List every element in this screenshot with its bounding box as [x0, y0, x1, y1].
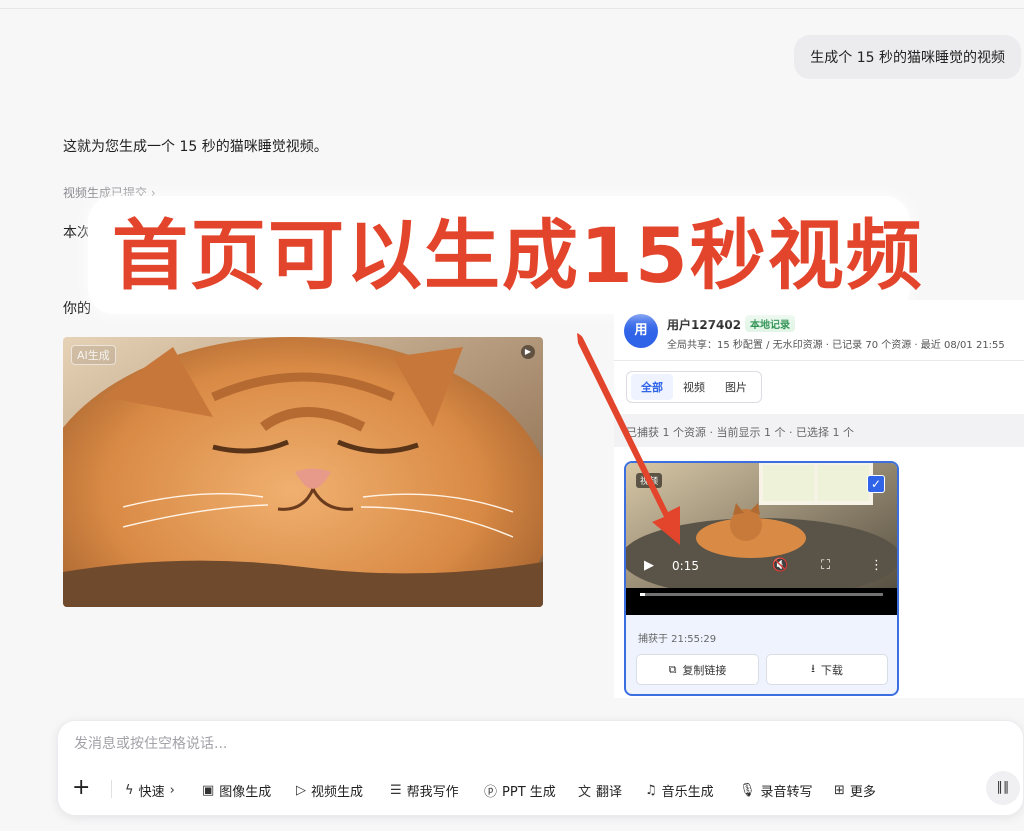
resource-tabs: 全部 视频 图片 — [626, 371, 762, 403]
download-icon: ⭳ — [811, 662, 815, 675]
tool-writing[interactable]: ☰ 帮我写作 — [390, 781, 459, 800]
captured-time: 捕获于 21:55:29 — [638, 634, 717, 645]
tab-video[interactable]: 视频 — [673, 374, 715, 400]
tool-video-generation[interactable]: ▷ 视频生成 — [296, 781, 363, 800]
tool-ppt-label: PPT 生成 — [502, 785, 556, 800]
video-icon: ▷ — [296, 783, 306, 798]
reply-line-1: 这就为您生成一个 15 秒的猫咪睡觉视频。 — [63, 139, 328, 155]
tool-quick[interactable]: ϟ 快速 › — [125, 781, 175, 800]
download-label: 下载 — [820, 663, 843, 677]
card-video-player[interactable]: 视频 ✓ ▶ 0:15 🔇 ⛶ ⋮ — [626, 463, 897, 615]
card-type-tag: 视频 — [636, 473, 663, 488]
ppt-icon: ⓟ — [484, 785, 498, 800]
tool-writing-label: 帮我写作 — [406, 785, 459, 800]
generated-video-thumbnail[interactable]: AI生成 ▶ — [63, 337, 543, 607]
cat-sleeping-image — [63, 337, 543, 607]
play-icon[interactable]: ▶ — [521, 345, 535, 359]
annotation-banner-text: 首页可以生成15秒视频 — [112, 211, 924, 300]
user-message-bubble: 生成个 15 秒的猫咪睡觉的视频 — [794, 35, 1021, 79]
tab-image[interactable]: 图片 — [715, 374, 757, 400]
copy-link-label: 复制链接 — [682, 663, 727, 677]
waveform-icon: ∥∥ — [996, 780, 1010, 795]
header-divider — [0, 8, 1024, 9]
tool-music[interactable]: ♫ 音乐生成 — [645, 781, 714, 800]
tool-quick-label: 快速 — [138, 785, 165, 800]
more-options-icon[interactable]: ⋮ — [870, 558, 883, 573]
local-record-badge: 本地记录 — [745, 315, 795, 332]
ai-generated-badge: AI生成 — [71, 345, 116, 365]
tool-transcribe-label: 录音转写 — [760, 785, 813, 800]
avatar: 用 — [624, 314, 658, 348]
resource-card[interactable]: 视频 ✓ ▶ 0:15 🔇 ⛶ ⋮ 捕获于 21:55:29 ⧉ 复制链接 ⭳ … — [624, 461, 899, 696]
image-icon: ▣ — [202, 783, 215, 798]
reply-line-3: 你的 — [63, 301, 91, 317]
tool-transcribe[interactable]: 🎙 录音转写 — [739, 781, 813, 800]
mute-icon[interactable]: 🔇 — [772, 558, 788, 573]
microphone-icon: 🎙 — [739, 783, 756, 798]
tool-video-label: 视频生成 — [311, 785, 364, 800]
copy-link-button[interactable]: ⧉ 复制链接 — [636, 654, 759, 685]
filter-summary: 已捕获 1 个资源 · 当前显示 1 个 · 已选择 1 个 — [626, 426, 854, 439]
grid-icon: ⊞ — [834, 783, 845, 798]
video-progress-bar[interactable] — [640, 593, 883, 596]
bolt-icon: ϟ — [125, 783, 134, 798]
copy-icon: ⧉ — [668, 662, 677, 676]
voice-input-button[interactable]: ∥∥ — [986, 771, 1020, 805]
message-composer — [57, 720, 1024, 816]
tool-translate-label: 翻译 — [596, 785, 623, 800]
reply-line-2: 本次 — [63, 225, 91, 241]
tool-music-label: 音乐生成 — [661, 785, 714, 800]
tool-translate[interactable]: 文 翻译 — [578, 781, 622, 800]
tool-ppt[interactable]: ⓟ PPT 生成 — [484, 781, 556, 800]
panel-user-name: 用户127402 — [667, 318, 742, 332]
translate-icon: 文 — [578, 785, 592, 800]
download-button[interactable]: ⭳ 下载 — [766, 654, 888, 685]
panel-divider — [614, 360, 1024, 361]
write-icon: ☰ — [390, 783, 402, 798]
tool-more-label: 更多 — [849, 785, 876, 800]
video-progress-fill — [640, 593, 645, 596]
play-icon[interactable]: ▶ — [644, 558, 654, 573]
video-time: 0:15 — [672, 559, 699, 573]
chevron-right-icon: › — [169, 783, 175, 798]
tool-image-generation[interactable]: ▣ 图像生成 — [202, 781, 271, 800]
panel-user-meta: 全局共享：15 秒配置 / 无水印资源 · 已记录 70 个资源 · 最近 08… — [667, 340, 1005, 351]
message-input[interactable] — [74, 736, 954, 752]
fullscreen-icon[interactable]: ⛶ — [821, 558, 830, 573]
card-select-checkbox[interactable]: ✓ — [867, 475, 885, 493]
add-attachment-button[interactable]: + — [72, 776, 90, 800]
tool-image-label: 图像生成 — [219, 785, 272, 800]
tool-more[interactable]: ⊞ 更多 — [834, 781, 876, 800]
tab-all[interactable]: 全部 — [631, 374, 673, 400]
toolbar-divider — [111, 780, 112, 798]
music-icon: ♫ — [645, 783, 657, 798]
